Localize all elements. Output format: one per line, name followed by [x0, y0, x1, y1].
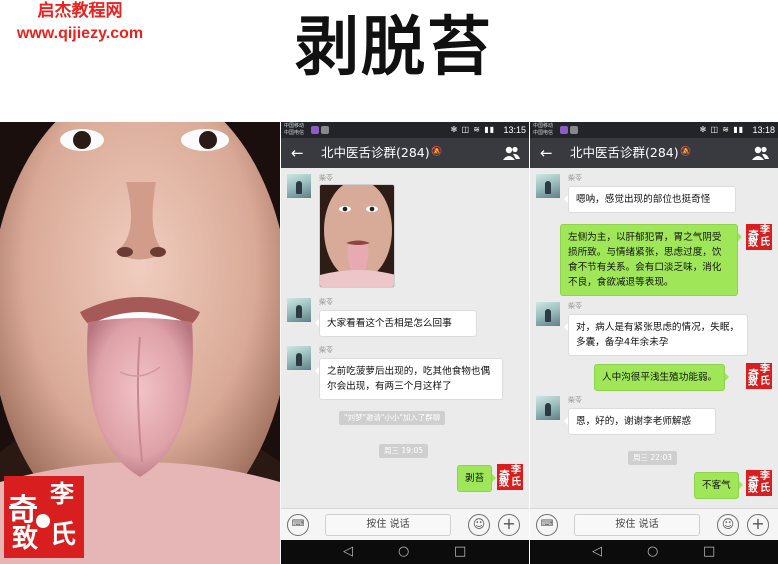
watermark-url: www.qijiezy.com: [16, 25, 144, 42]
message-list: 柴苓 柴苓 大家看看这个舌相是怎么回事 柴苓 之前吃菠萝后出现的，吃其他食物也偶…: [281, 168, 529, 518]
app-notification-icon: [311, 126, 319, 134]
keyboard-toggle-icon[interactable]: ⌨: [287, 514, 309, 536]
plus-icon[interactable]: +: [747, 514, 769, 536]
message-bubble[interactable]: 对，病人是有紧张思虑的情况，失眠，多囊，备孕4年余未孕: [564, 314, 748, 356]
message-bubble[interactable]: 不客气: [694, 472, 743, 499]
people-icon[interactable]: [750, 145, 770, 161]
status-bar: 中国移动 中国电信 ✻ ◫ ≋ ▮▮ 13:15: [281, 122, 529, 138]
seal-char: 氏: [760, 483, 770, 494]
seal-char: 李: [511, 465, 521, 476]
image-message[interactable]: [319, 184, 395, 288]
seal-char: 致: [748, 484, 758, 495]
sender-nickname: 柴苓: [319, 298, 333, 306]
back-arrow-icon[interactable]: ←: [540, 143, 553, 163]
seal-char: 氏: [760, 237, 770, 248]
tongue-photo: 李 奇 致 氏: [0, 122, 280, 564]
chat-header: ← 北中医舌诊群(284) 🔕: [281, 138, 529, 168]
message-bubble[interactable]: 人中沟很平浅生殖功能弱。: [594, 364, 730, 391]
message-bubble[interactable]: 左侧为主，以肝郁犯胃，胃之气阴受损所致。与情绪紧张，思虑过度，饮食不节有关系。会…: [560, 224, 742, 296]
message-bubble[interactable]: 恩，好的，谢谢李老师解惑: [564, 408, 716, 435]
nav-home-icon[interactable]: ○: [647, 544, 658, 560]
seal-char: 李: [50, 479, 74, 508]
yin-yang-icon: [36, 514, 50, 528]
chat-title: 北中医舌诊群(284): [321, 145, 430, 160]
message-list: 柴苓 嗯呐，感觉出现的部位也挺奇怪 左侧为主，以肝郁犯胃，胃之气阴受损所致。与情…: [530, 168, 778, 518]
status-icons: ✻ ◫ ≋ ▮▮: [450, 125, 495, 134]
avatar[interactable]: [536, 396, 560, 420]
emoji-icon[interactable]: ☺: [468, 514, 490, 536]
input-bar: ⌨ 按住 说话 ☺ +: [530, 508, 778, 540]
seal-avatar[interactable]: 李 奇 致 氏: [497, 464, 523, 490]
nav-back-icon[interactable]: ◁: [343, 544, 353, 560]
seal-char: 李: [760, 471, 770, 482]
avatar[interactable]: [536, 302, 560, 326]
seal-char: 致: [748, 377, 758, 388]
carrier-label: 中国移动: [533, 123, 554, 129]
chat-screenshot-1: 中国移动 中国电信 ✻ ◫ ≋ ▮▮ 13:15 ← 北中医舌诊群(284) 🔕…: [281, 122, 529, 564]
seal-char: 致: [499, 478, 509, 489]
status-time: 13:18: [752, 125, 775, 135]
system-nav-bar: ◁ ○ □: [281, 540, 529, 564]
carrier-label: 中国电信: [533, 130, 554, 136]
hold-to-talk-button[interactable]: 按住 说话: [574, 514, 700, 536]
page-title: 剥脱苔: [295, 11, 493, 85]
seal-char: 氏: [760, 376, 770, 387]
sender-nickname: 柴苓: [568, 174, 582, 182]
app-notification-icon: [570, 126, 578, 134]
app-notification-icon: [560, 126, 568, 134]
chat-screenshot-2: 中国移动 中国电信 ✻ ◫ ≋ ▮▮ 13:18 ← 北中医舌诊群(284) 🔕…: [530, 122, 778, 564]
message-bubble[interactable]: 剥苔: [457, 465, 497, 492]
seal-char: 李: [760, 225, 770, 236]
nav-recent-icon[interactable]: □: [454, 544, 466, 560]
sender-nickname: 柴苓: [568, 302, 582, 310]
nav-recent-icon[interactable]: □: [703, 544, 715, 560]
message-bubble[interactable]: 大家看看这个舌相是怎么回事: [315, 310, 477, 337]
carrier-label: 中国移动: [284, 123, 305, 129]
watermark-name: 启杰教程网: [37, 1, 123, 21]
back-arrow-icon[interactable]: ←: [291, 143, 304, 163]
seal-char: 致: [748, 238, 758, 249]
avatar[interactable]: [536, 174, 560, 198]
mute-icon: 🔕: [680, 147, 692, 157]
seal-char: 致: [12, 524, 39, 554]
app-notification-icon: [321, 126, 329, 134]
status-icons: ✻ ◫ ≋ ▮▮: [699, 125, 744, 134]
input-bar: ⌨ 按住 说话 ☺ +: [281, 508, 529, 540]
site-watermark: 启杰教程网 www.qijiezy.com: [0, 0, 160, 46]
emoji-icon[interactable]: ☺: [717, 514, 739, 536]
sender-nickname: 柴苓: [319, 174, 333, 182]
avatar[interactable]: [287, 298, 311, 322]
seal-avatar[interactable]: 李 奇 致 氏: [746, 470, 772, 496]
plus-icon[interactable]: +: [498, 514, 520, 536]
message-bubble[interactable]: 嗯呐，感觉出现的部位也挺奇怪: [564, 186, 736, 213]
mute-icon: 🔕: [431, 147, 443, 157]
tongue-thumbnail: [320, 185, 394, 287]
seal-stamp: 李 奇 致 氏: [4, 476, 84, 558]
timestamp: 周三 22:03: [628, 451, 677, 465]
avatar[interactable]: [287, 174, 311, 198]
message-bubble[interactable]: 之前吃菠萝后出现的，吃其他食物也偶尔会出现，有两三个月这样了: [315, 358, 503, 400]
seal-char: 李: [760, 364, 770, 375]
keyboard-toggle-icon[interactable]: ⌨: [536, 514, 558, 536]
chat-header: ← 北中医舌诊群(284) 🔕: [530, 138, 778, 168]
seal-avatar[interactable]: 李 奇 致 氏: [746, 224, 772, 250]
chat-title: 北中医舌诊群(284): [570, 145, 679, 160]
timestamp: 周三 19:05: [379, 444, 428, 458]
people-icon[interactable]: [501, 145, 521, 161]
status-bar: 中国移动 中国电信 ✻ ◫ ≋ ▮▮ 13:18: [530, 122, 778, 138]
sender-nickname: 柴苓: [319, 346, 333, 354]
system-nav-bar: ◁ ○ □: [530, 540, 778, 564]
system-notice: "刘梦"邀请"小小"加入了群聊: [339, 411, 446, 425]
sender-nickname: 柴苓: [568, 396, 582, 404]
avatar[interactable]: [287, 346, 311, 370]
nav-home-icon[interactable]: ○: [398, 544, 409, 560]
carrier-label: 中国电信: [284, 130, 305, 136]
nav-back-icon[interactable]: ◁: [592, 544, 602, 560]
hold-to-talk-button[interactable]: 按住 说话: [325, 514, 451, 536]
seal-char: 氏: [511, 477, 521, 488]
seal-char: 氏: [50, 520, 77, 550]
seal-avatar[interactable]: 李 奇 致 氏: [746, 363, 772, 389]
seal-char: 奇: [8, 493, 38, 528]
status-time: 13:15: [503, 125, 526, 135]
